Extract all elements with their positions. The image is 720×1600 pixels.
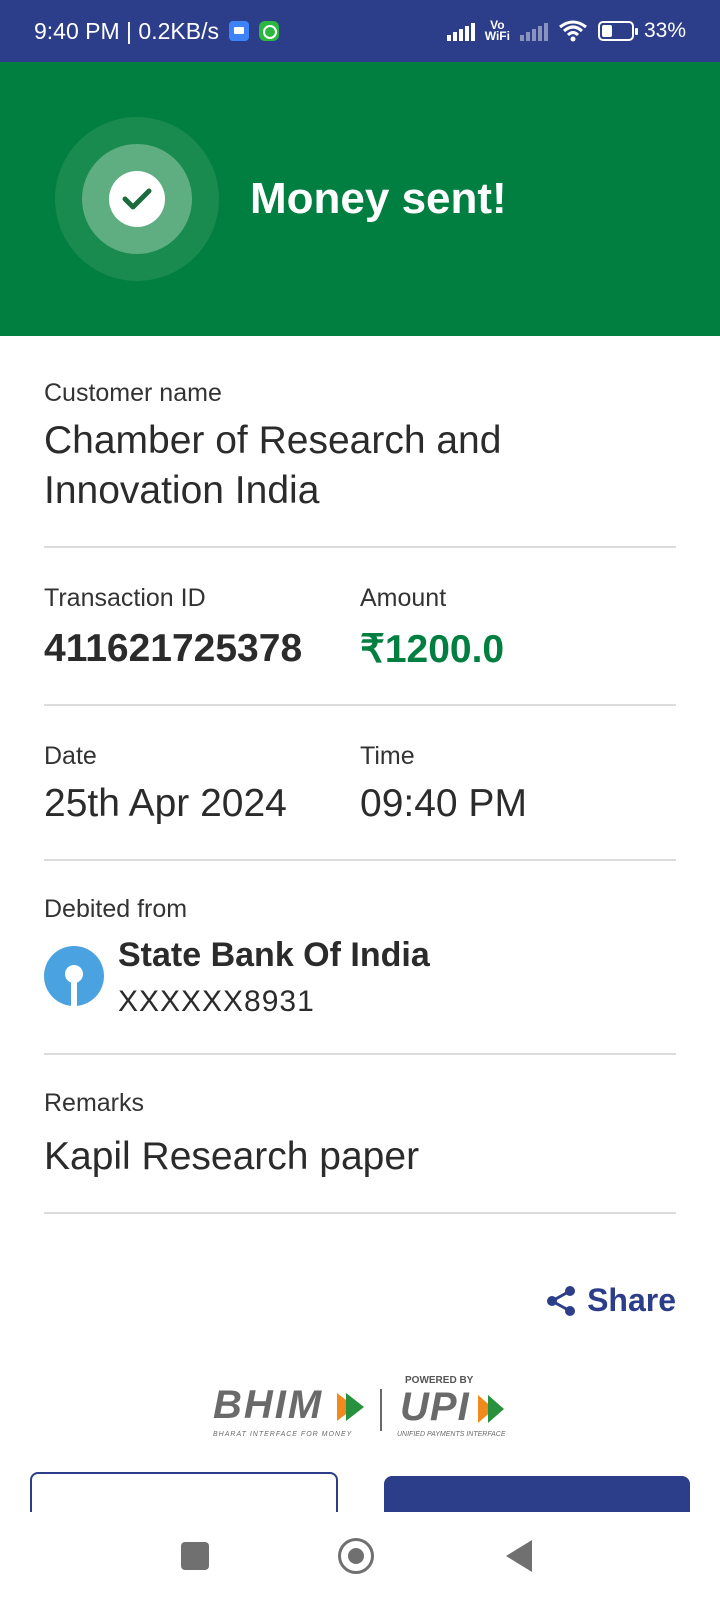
share-button[interactable]: Share — [545, 1282, 676, 1319]
transaction-id-col: Transaction ID 411621725378 — [44, 584, 360, 672]
upi-tagline: UNIFIED PAYMENTS INTERFACE — [397, 1431, 506, 1438]
date-col: Date 25th Apr 2024 — [44, 742, 360, 829]
status-left: 9:40 PM | 0.2KB/s — [34, 0, 279, 62]
payment-branding: BHIM BHARAT INTERFACE FOR MONEY POWERED … — [0, 1375, 720, 1445]
upi-arrow-green — [488, 1395, 504, 1423]
success-badge — [55, 117, 219, 281]
battery-percent: 33% — [643, 19, 686, 42]
bhim-tagline: BHARAT INTERFACE FOR MONEY — [213, 1431, 353, 1438]
time-col: Time 09:40 PM — [360, 742, 527, 829]
share-icon — [547, 1285, 576, 1316]
customer-label: Customer name — [44, 379, 222, 407]
second-sim-signal-icon — [519, 21, 548, 41]
transaction-details: Customer name Chamber of Research and In… — [44, 336, 676, 1214]
check-icon — [109, 171, 165, 227]
bottom-buttons — [0, 1470, 720, 1512]
date-value: 25th Apr 2024 — [44, 782, 287, 825]
time-label: Time — [360, 742, 415, 770]
bhim-logo: BHIM — [213, 1383, 324, 1427]
remarks-label: Remarks — [44, 1089, 145, 1117]
success-header: Money sent! — [0, 62, 720, 336]
datetime-section: Date 25th Apr 2024 Time 09:40 PM — [44, 706, 676, 861]
wifi-icon — [559, 20, 587, 42]
time-value: 09:40 PM — [360, 782, 527, 825]
bank-account-number: XXXXXX8931 — [118, 985, 315, 1018]
remarks-value: Kapil Research paper — [44, 1135, 420, 1178]
battery-icon — [597, 21, 638, 41]
status-right: Vo WiFi 33% — [446, 0, 686, 62]
vowifi-bottom: WiFi — [484, 29, 510, 43]
customer-name-line2: Innovation India — [44, 469, 320, 512]
success-badge-ring — [82, 144, 192, 254]
bank-name: State Bank Of India — [118, 936, 430, 974]
primary-action-button[interactable] — [384, 1476, 690, 1512]
cell-signal-icon — [446, 21, 475, 41]
logo-divider — [380, 1389, 382, 1431]
secondary-action-button[interactable] — [30, 1472, 338, 1512]
bank-row: State Bank Of India XXXXXX8931 — [44, 936, 676, 1019]
message-notification-icon — [228, 21, 249, 41]
customer-section: Customer name Chamber of Research and In… — [44, 336, 676, 548]
vowifi-icon: Vo WiFi — [484, 19, 510, 43]
upi-logo: UPI — [400, 1385, 470, 1429]
sbi-logo-icon — [44, 946, 104, 1006]
bank-info: State Bank Of India XXXXXX8931 — [118, 936, 430, 1019]
bhim-arrow-green — [346, 1393, 364, 1421]
amount-value: ₹1200.0 — [360, 628, 505, 671]
whatsapp-notification-icon — [258, 21, 279, 41]
recents-icon[interactable] — [181, 1542, 209, 1570]
transaction-section: Transaction ID 411621725378 Amount ₹1200… — [44, 548, 676, 706]
back-icon[interactable] — [506, 1540, 532, 1572]
system-nav-bar — [0, 1512, 720, 1600]
page-title: Money sent! — [250, 174, 507, 223]
share-label: Share — [587, 1282, 676, 1318]
amount-label: Amount — [360, 584, 447, 612]
transaction-id-label: Transaction ID — [44, 584, 206, 612]
home-icon[interactable] — [338, 1538, 374, 1574]
status-time-speed: 9:40 PM | 0.2KB/s — [34, 17, 219, 44]
debited-label: Debited from — [44, 895, 188, 923]
transaction-id-value: 411621725378 — [44, 627, 303, 670]
debited-section: Debited from State Bank Of India XXXXXX8… — [44, 861, 676, 1055]
amount-col: Amount ₹1200.0 — [360, 584, 504, 672]
remarks-section: Remarks Kapil Research paper — [44, 1055, 676, 1214]
customer-name-line1: Chamber of Research and — [44, 419, 502, 462]
status-bar: 9:40 PM | 0.2KB/s Vo WiFi 33% — [0, 0, 720, 62]
date-label: Date — [44, 742, 97, 770]
